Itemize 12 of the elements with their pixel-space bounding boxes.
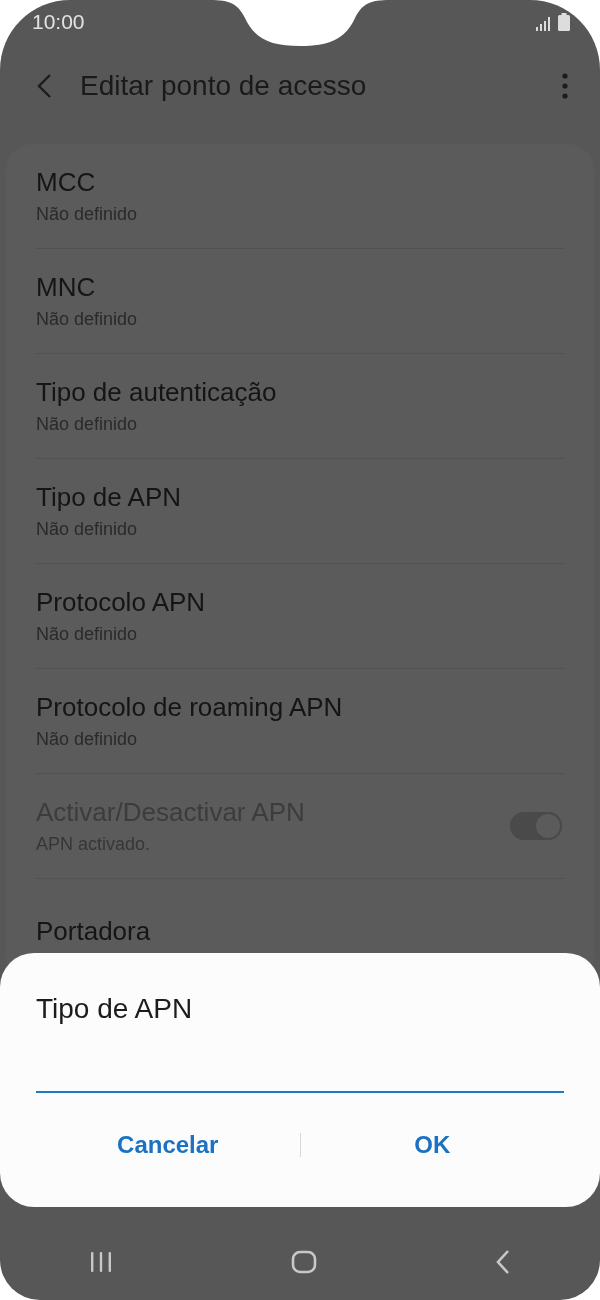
screen-title: Editar ponto de acesso xyxy=(80,70,368,102)
dialog-button[interactable]: OK xyxy=(300,1121,564,1169)
signal-icon xyxy=(536,17,552,31)
back-icon[interactable] xyxy=(495,1249,511,1275)
battery-icon xyxy=(558,13,570,31)
home-icon[interactable] xyxy=(291,1250,317,1274)
dialog-title: Tipo de APN xyxy=(36,993,194,1025)
recent-apps-icon[interactable] xyxy=(89,1250,113,1274)
more-options-icon[interactable] xyxy=(562,73,568,99)
dialog-button[interactable]: Cancelar xyxy=(36,1121,300,1169)
status-time: 10:00 xyxy=(32,10,85,34)
back-button[interactable] xyxy=(36,73,52,99)
